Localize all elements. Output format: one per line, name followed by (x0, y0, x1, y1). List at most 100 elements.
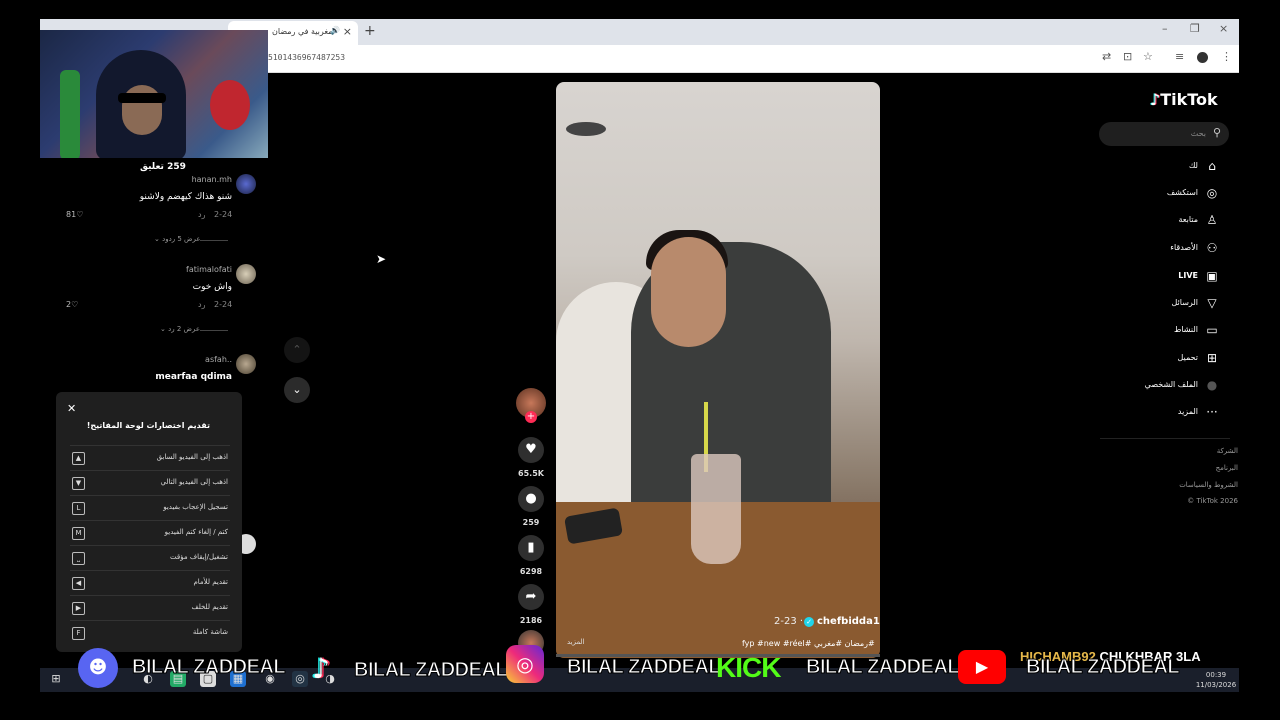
save-button[interactable]: ▮ (518, 535, 544, 561)
sidebar-item-activity[interactable]: النشاط ▭ (1110, 320, 1220, 342)
shortcut-key: ▶ (72, 602, 85, 615)
reply-button[interactable]: رد (198, 300, 205, 309)
user-plus-icon: ♙ (1206, 213, 1218, 227)
more-button[interactable]: المزيد (567, 638, 585, 646)
home-icon: ⌂ (1208, 159, 1216, 173)
upload-icon: ⊞ (1206, 351, 1218, 365)
comment-avatar[interactable] (236, 264, 256, 284)
comment-username[interactable]: fatimalofati (112, 265, 232, 274)
shortcut-row: L تسجيل الإعجاب بفيديو (70, 495, 230, 521)
banner-name-kick: BILAL ZADDEAL (805, 656, 960, 679)
video-author[interactable]: chefbidda1 (817, 616, 880, 627)
follow-plus-icon[interactable]: + (525, 411, 537, 423)
shortcut-row: F شاشة كاملة (70, 620, 230, 646)
footer-link-terms[interactable]: الشروط والسياسات (1130, 481, 1238, 489)
shortcut-label: اذهب إلى الفيديو التالي (160, 478, 228, 486)
video-hashtags[interactable]: #رمضان #مغربي #fyp #new #réel (742, 639, 875, 648)
sidebar-item-following[interactable]: متابعة ♙ (1110, 210, 1220, 232)
comment-avatar[interactable] (236, 174, 256, 194)
background-guitar (210, 80, 250, 130)
comment-button[interactable]: ● (518, 486, 544, 512)
next-video-button[interactable]: ⌄ (284, 377, 310, 403)
shortcut-key: F (72, 627, 85, 640)
profile-avatar-icon: ● (1206, 378, 1218, 392)
nav-label: المزيد (1177, 407, 1198, 416)
tab-title: مغربية في رمضان (272, 27, 333, 36)
shortcuts-title: تقديم اختصارات لوحة المفاتيح! (86, 421, 210, 430)
sidebar-item-messages[interactable]: الرسائل ▽ (1110, 293, 1220, 315)
nav-label: النشاط (1173, 325, 1198, 334)
more-dots-icon: ··· (1206, 405, 1218, 419)
nav-label: LIVE (1178, 271, 1198, 280)
view-replies-button[interactable]: عرض 2 رد ⌄ (160, 325, 200, 333)
share-count: 2186 (519, 616, 543, 625)
shortcut-key: L (72, 502, 85, 515)
like-button[interactable]: ♥ (518, 437, 544, 463)
nav-label: لك (1188, 161, 1198, 170)
minimize-button[interactable]: – (1162, 22, 1168, 35)
nav-label: تحميل (1177, 353, 1199, 362)
new-tab-button[interactable]: + (364, 23, 376, 39)
comment-like-button[interactable]: 2♡ (66, 300, 78, 309)
footer-link-company[interactable]: الشركة (1130, 447, 1238, 455)
nav-label: الملف الشخصي (1144, 380, 1198, 389)
shortcut-row: ⎵ تشغيل/إيقاف مؤقت (70, 545, 230, 571)
comment-avatar[interactable] (236, 354, 256, 374)
media-controls-icon[interactable]: ≡ (1175, 50, 1184, 63)
translate-icon[interactable]: ⇄ (1102, 50, 1111, 63)
view-replies-label: عرض 5 ردود (162, 235, 201, 243)
comment-username[interactable]: asfah.. (112, 355, 232, 364)
gaming-chair (60, 70, 80, 158)
banner-name-youtube: BILAL ZADDEAL (1025, 656, 1180, 679)
previous-video-button[interactable]: ⌃ (284, 337, 310, 363)
view-replies-button[interactable]: عرض 5 ردود ⌄ (154, 235, 201, 243)
maximize-button[interactable]: ❐ (1190, 22, 1200, 35)
url-text[interactable]: 5101436967487253 (268, 53, 345, 62)
discord-icon: ☻ (78, 648, 118, 688)
nav-label: الرسائل (1171, 298, 1199, 307)
sidebar-item-profile[interactable]: الملف الشخصي ● (1110, 375, 1220, 397)
shortcut-label: كتم / إلغاء كتم الفيديو (164, 528, 228, 536)
install-app-icon[interactable]: ⊡ (1123, 50, 1132, 63)
sidebar-item-for-you[interactable]: لك ⌂ (1110, 156, 1220, 178)
view-replies-label: عرض 2 رد (168, 325, 201, 333)
shortcut-row: ▶ تقديم للخلف (70, 595, 230, 621)
shortcut-row: ▲ اذهب إلى الفيديو السابق (70, 445, 230, 471)
comment-like-button[interactable]: 81♡ (66, 210, 83, 219)
comment-username[interactable]: hanan.mh (112, 175, 232, 184)
instagram-icon: ◎ (506, 645, 544, 683)
shortcut-row: ◀ تقديم للأمام (70, 570, 230, 596)
bookmark-star-icon[interactable]: ☆ (1143, 50, 1153, 63)
close-icon[interactable]: ✕ (67, 402, 76, 415)
shortcut-key: ▼ (72, 477, 85, 490)
verified-icon: ✓ (804, 617, 814, 627)
sidebar-item-more[interactable]: المزيد ··· (1110, 402, 1220, 424)
sidebar-item-friends[interactable]: الأصدقاء ⚇ (1110, 238, 1220, 260)
tiktok-icon: ♪ (312, 652, 330, 685)
window-close-button[interactable]: × (1219, 22, 1228, 35)
streamer-glasses (118, 93, 166, 103)
search-icon[interactable]: ⚲ (1213, 126, 1221, 139)
tab-audio-icon[interactable]: 🔊 (330, 26, 340, 35)
share-button[interactable]: ➦ (518, 584, 544, 610)
nav-label: استكشف (1166, 188, 1198, 197)
footer-link-program[interactable]: البرنامج (1130, 464, 1238, 472)
browser-menu-icon[interactable]: ⋮ (1221, 50, 1232, 63)
shortcut-label: تقديم للخلف (191, 603, 228, 611)
tab-close-icon[interactable]: × (343, 25, 352, 38)
shortcut-key: ⎵ (72, 552, 85, 565)
like-count: 65.5K (518, 469, 544, 478)
sidebar-item-upload[interactable]: تحميل ⊞ (1110, 348, 1220, 370)
sidebar-item-live[interactable]: LIVE ▣ (1110, 266, 1220, 288)
youtube-icon: ▶ (958, 650, 1006, 684)
profile-avatar[interactable] (1197, 52, 1208, 63)
tiktok-logo[interactable]: ♪TikTok (1150, 90, 1218, 109)
kick-logo: KICK (716, 652, 781, 683)
sidebar-item-explore[interactable]: استكشف ◎ (1110, 183, 1220, 205)
chevron-up-icon: ⌃ (292, 343, 302, 356)
compass-icon: ◎ (1206, 186, 1218, 200)
comment-text: شنو هذاك كيهضم ولاشنو (139, 192, 232, 202)
video-player[interactable] (556, 82, 880, 658)
comment-like-count: 81 (66, 210, 77, 219)
reply-button[interactable]: رد (198, 210, 205, 219)
